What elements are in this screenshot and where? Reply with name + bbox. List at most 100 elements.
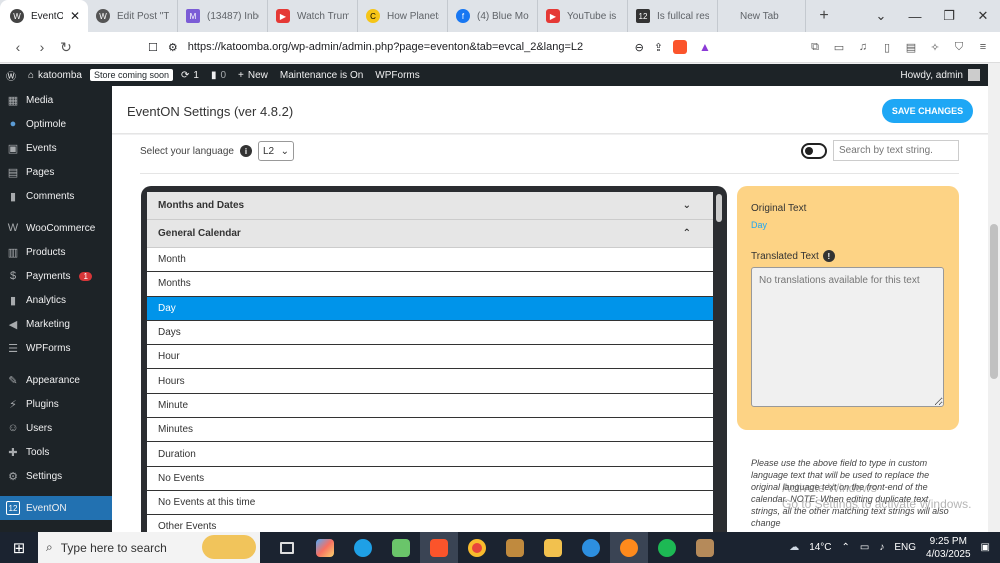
tab-youtube[interactable]: ▶ YouTube is (538, 0, 628, 32)
page-scrollbar-thumb[interactable] (990, 224, 998, 379)
tab-list-icon[interactable]: ⌄ (864, 8, 898, 24)
sidebar-item-plugins[interactable]: ⚡ Plugins (0, 392, 112, 416)
list-item[interactable]: Minutes (147, 418, 713, 443)
list-item[interactable]: Days (147, 321, 713, 346)
tab-edit-post[interactable]: W Edit Post "Th (88, 0, 178, 32)
menu-icon[interactable]: ≡ (976, 40, 990, 54)
brave-rewards-icon[interactable]: ▲ (699, 40, 711, 54)
volume-icon[interactable]: ♪ (879, 542, 884, 553)
leo-ai-icon[interactable]: ✧ (928, 40, 942, 54)
brave-icon[interactable] (420, 532, 458, 563)
maintenance-link[interactable]: Maintenance is On (274, 64, 369, 86)
sidebar-item-marketing[interactable]: ◀ Marketing (0, 312, 112, 336)
tab-eventon[interactable]: W EventON ✕ (0, 0, 88, 32)
forward-icon[interactable]: › (30, 39, 54, 55)
sidebar-item-wpforms[interactable]: ☰ WPForms (0, 336, 112, 360)
sidebar-item-analytics[interactable]: ▮ Analytics (0, 288, 112, 312)
vpn-icon[interactable]: ⛉ (952, 40, 966, 54)
sidebar-icon[interactable]: ▭ (832, 40, 846, 54)
list-item[interactable]: Hours (147, 369, 713, 394)
list-item[interactable]: No Events (147, 467, 713, 491)
extensions-icon[interactable]: ⧉ (808, 40, 822, 54)
language-indicator[interactable]: ENG (894, 542, 916, 553)
sidebar-item-events[interactable]: ▣ Events (0, 136, 112, 160)
group-months-and-dates[interactable]: Months and Dates ⌄ (147, 192, 713, 220)
copilot-icon[interactable] (306, 532, 344, 563)
back-icon[interactable]: ‹ (6, 39, 30, 55)
tab-watch-trump[interactable]: ▶ Watch Trum (268, 0, 358, 32)
sidebar-item-settings[interactable]: ⚙ Settings (0, 464, 112, 488)
zoom-icon[interactable]: ⊖ (635, 41, 644, 54)
chrome-icon[interactable] (458, 532, 496, 563)
split-view-icon[interactable]: ▯ (880, 40, 894, 54)
list-item[interactable]: Minute (147, 394, 713, 419)
list-item[interactable]: Months (147, 272, 713, 297)
sidebar-item-eventon[interactable]: 12 EventON (0, 496, 112, 520)
save-changes-button[interactable]: SAVE CHANGES (882, 99, 973, 123)
battery-icon[interactable]: ▭ (860, 542, 869, 553)
reload-icon[interactable]: ↻ (54, 39, 78, 56)
taskbar-search[interactable]: ⌕ Type here to search (38, 532, 260, 563)
updates-link[interactable]: ⟳ 1 (175, 64, 205, 86)
close-tab-icon[interactable]: ✕ (70, 9, 80, 23)
sidebar-item-pages[interactable]: ▤ Pages (0, 160, 112, 184)
notification-icon[interactable]: ▣ (981, 542, 990, 553)
list-item[interactable]: No Events at this time (147, 491, 713, 516)
site-name-link[interactable]: ⌂ katoomba (22, 64, 88, 86)
weather-temp[interactable]: 14°C (809, 542, 831, 553)
wpforms-link[interactable]: WPForms (369, 64, 425, 86)
music-icon[interactable]: ♫ (856, 40, 870, 54)
sidebar-item-woocommerce[interactable]: W WooCommerce (0, 216, 112, 240)
vpn-app-icon[interactable] (382, 532, 420, 563)
store-status-badge[interactable]: Store coming soon (88, 64, 175, 86)
tab-how-planets[interactable]: C How Planets (358, 0, 448, 32)
tab-fullcal[interactable]: 12 Is fullcal resp (628, 0, 718, 32)
translated-text-field[interactable] (751, 267, 944, 407)
sidebar-item-users[interactable]: ☺ Users (0, 416, 112, 440)
media-app-icon[interactable] (686, 532, 724, 563)
site-info-icon[interactable]: ⚙ (168, 41, 178, 54)
sidebar-item-tools[interactable]: ✚ Tools (0, 440, 112, 464)
list-item[interactable]: Hour (147, 345, 713, 370)
tab-inbox[interactable]: M (13487) Inbo (178, 0, 268, 32)
tab-new-tab[interactable]: New Tab (718, 0, 806, 32)
sidebar-item-payments[interactable]: $ Payments 1 (0, 264, 112, 288)
wp-logo-button[interactable]: Ⓦ (0, 64, 22, 86)
url-field[interactable]: ☐ ⚙ https://katoomba.org/wp-admin/admin.… (148, 36, 663, 58)
new-content-link[interactable]: + New (232, 64, 274, 86)
file-explorer-icon[interactable] (534, 532, 572, 563)
list-item-selected[interactable]: Day (147, 296, 713, 321)
account-menu[interactable]: Howdy, admin (900, 69, 988, 81)
restore-icon[interactable]: ❐ (932, 8, 966, 24)
comments-link[interactable]: ▮ 0 (205, 64, 232, 86)
spotify-icon[interactable] (648, 532, 686, 563)
close-window-icon[interactable]: ✕ (966, 8, 1000, 24)
language-select[interactable]: L2 ⌄ (257, 141, 294, 161)
clock[interactable]: 9:25 PM 4/03/2025 (926, 535, 971, 561)
brave-shields-icon[interactable] (673, 40, 687, 54)
edge-icon[interactable] (344, 532, 382, 563)
info-icon[interactable]: ! (822, 250, 835, 262)
chevron-up-icon[interactable]: ⌃ (842, 542, 850, 553)
list-item[interactable]: Month (147, 248, 713, 273)
display-toggle[interactable] (801, 143, 827, 159)
sidebar-item-products[interactable]: ▥ Products (0, 240, 112, 264)
weather-icon[interactable]: ☁ (789, 542, 799, 553)
wallet-icon[interactable]: ▤ (904, 40, 918, 54)
page-scrollbar[interactable] (988, 64, 1000, 532)
start-button[interactable]: ⊞ (0, 539, 38, 557)
sidebar-item-appearance[interactable]: ✎ Appearance (0, 368, 112, 392)
sidebar-item-comments[interactable]: ▮ Comments (0, 184, 112, 208)
new-tab-icon[interactable]: + (806, 7, 842, 25)
sidebar-item-optimole[interactable]: ● Optimole (0, 112, 112, 136)
group-general-calendar[interactable]: General Calendar ⌃ (147, 220, 713, 248)
firefox-icon[interactable] (610, 532, 648, 563)
list-scrollbar[interactable] (716, 194, 722, 222)
search-string-input[interactable] (833, 140, 959, 161)
share-icon[interactable]: ⇪ (654, 41, 663, 54)
info-icon[interactable]: i (239, 145, 252, 157)
sidebar-item-media[interactable]: ▦ Media (0, 88, 112, 112)
list-item[interactable]: Duration (147, 442, 713, 467)
tab-blue-mo[interactable]: f (4) Blue Mo (448, 0, 538, 32)
cloud-app-icon[interactable] (572, 532, 610, 563)
